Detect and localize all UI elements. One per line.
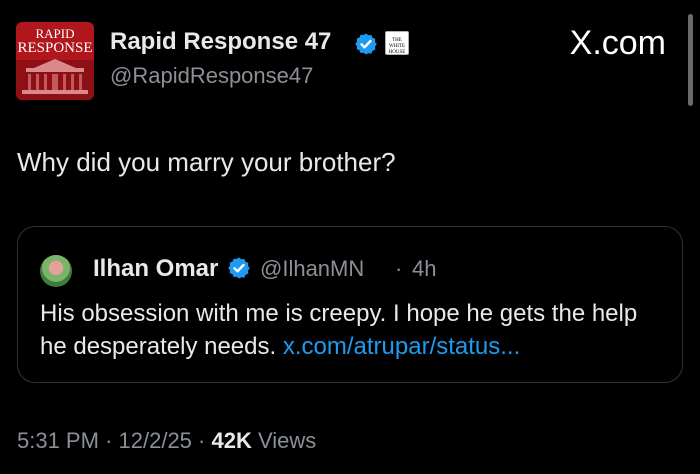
meta-separator: · — [198, 428, 206, 453]
views-count[interactable]: 42K — [212, 428, 252, 453]
quoted-timestamp[interactable]: 4h — [412, 256, 436, 282]
author-avatar[interactable]: RAPID RESPONSE — [16, 22, 94, 100]
quoted-separator: · — [395, 256, 403, 281]
quoted-post-text: His obsession with me is creepy. I hope … — [40, 297, 670, 363]
verified-badge-icon — [228, 257, 250, 279]
post-time[interactable]: 5:31 PM — [17, 428, 99, 453]
post-meta: 5:31 PM · 12/2/25 · 42K Views — [17, 428, 316, 454]
author-name[interactable]: Rapid Response 47 — [110, 28, 331, 56]
scrollbar[interactable] — [688, 14, 693, 106]
site-label: X.com — [569, 24, 666, 62]
views-label[interactable]: Views — [258, 428, 316, 453]
quoted-author-avatar[interactable] — [40, 255, 72, 287]
verified-badge-icon — [355, 33, 377, 55]
post-date[interactable]: 12/2/25 — [119, 428, 192, 453]
quoted-author-name[interactable]: Ilhan Omar — [93, 255, 218, 283]
white-house-icon — [16, 59, 94, 100]
quoted-post-link[interactable]: x.com/atrupar/status... — [283, 333, 520, 360]
quoted-author-handle[interactable]: @IlhanMN — [260, 256, 364, 282]
quoted-post-card[interactable]: Ilhan Omar @IlhanMN · 4h His obsession w… — [17, 226, 683, 383]
white-house-seal-icon[interactable]: THE WHITE HOUSE — [385, 31, 409, 55]
post-text: Why did you marry your brother? — [17, 147, 396, 177]
meta-separator: · — [105, 428, 113, 453]
author-handle[interactable]: @RapidResponse47 — [110, 63, 313, 89]
